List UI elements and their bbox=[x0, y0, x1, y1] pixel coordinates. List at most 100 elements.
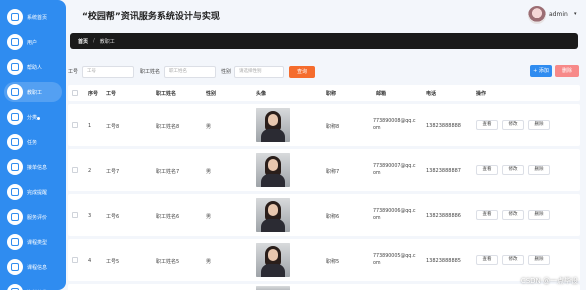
sidebar-item-label: 用户 bbox=[27, 39, 38, 46]
category-icon bbox=[7, 109, 23, 125]
col-phone: 电话 bbox=[426, 91, 437, 97]
staff-photo bbox=[256, 286, 290, 290]
sidebar-item-label: 教职工 bbox=[27, 89, 43, 96]
view-button[interactable]: 查看 bbox=[476, 210, 498, 220]
sidebar-item-label: 课程类型 bbox=[27, 239, 48, 246]
view-button[interactable]: 查看 bbox=[476, 120, 498, 130]
sidebar-item[interactable]: 任务 bbox=[4, 132, 62, 152]
edit-button[interactable]: 修改 bbox=[502, 255, 524, 265]
user-name[interactable]: admin bbox=[549, 11, 568, 18]
sidebar-item-label: 系统首页 bbox=[27, 14, 48, 21]
add-button[interactable]: + 添加 bbox=[530, 65, 552, 77]
view-button[interactable]: 查看 bbox=[476, 165, 498, 175]
search-bar: 工号 工号 职工姓名 职工姓名 性别 请选择性别 查询 + 添加 删除 bbox=[68, 65, 580, 78]
sidebar-item[interactable]: 系统首页 bbox=[4, 7, 62, 27]
cell-title: 职称8 bbox=[326, 124, 340, 130]
sidebar-item[interactable]: 分类 bbox=[4, 107, 62, 127]
watermark: CSDN @一点毕设 bbox=[520, 277, 578, 285]
edit-button[interactable]: 修改 bbox=[502, 165, 524, 175]
sidebar-item[interactable]: 接单信息 bbox=[4, 157, 62, 177]
sidebar-item-label: 分类 bbox=[27, 114, 38, 121]
user-icon bbox=[7, 34, 23, 50]
cell-gender: 男 bbox=[206, 124, 212, 130]
cell-email: 773890006@qq.com bbox=[373, 209, 416, 221]
sidebar-item[interactable]: 资料分类 bbox=[4, 282, 62, 290]
sidebar: 系统首页用户帮助人教职工分类任务接单信息完成提醒服务评价课程类型课程信息资料分类 bbox=[0, 0, 66, 290]
cell-email: 773890007@qq.com bbox=[373, 164, 416, 176]
header: “校园帮”资讯服务系统设计与实现 admin ▾ bbox=[66, 0, 586, 30]
delete-row-button[interactable]: 删除 bbox=[528, 210, 550, 220]
material-icon bbox=[7, 284, 23, 290]
home-icon bbox=[7, 9, 23, 25]
staff-photo bbox=[256, 108, 290, 142]
cell-gender: 男 bbox=[206, 214, 212, 220]
delete-button[interactable]: 删除 bbox=[555, 65, 579, 77]
row-checkbox[interactable] bbox=[72, 122, 78, 128]
query-button[interactable]: 查询 bbox=[289, 66, 315, 78]
cell-index: 2 bbox=[88, 168, 92, 174]
sidebar-item-label: 服务评价 bbox=[27, 214, 48, 221]
course-icon bbox=[7, 259, 23, 275]
sidebar-item[interactable]: 完成提醒 bbox=[4, 182, 62, 202]
sidebar-item[interactable]: 教职工 bbox=[4, 82, 62, 102]
col-gender: 性别 bbox=[206, 91, 217, 97]
sidebar-item[interactable]: 用户 bbox=[4, 32, 62, 52]
cell-index: 4 bbox=[88, 258, 92, 264]
cell-title: 职称6 bbox=[326, 214, 340, 220]
cell-job-no: 工号6 bbox=[106, 214, 120, 220]
breadcrumb-home[interactable]: 首页 bbox=[78, 38, 88, 45]
name-input[interactable]: 职工姓名 bbox=[164, 66, 216, 78]
cell-email: 773890008@qq.com bbox=[373, 119, 416, 131]
edit-button[interactable]: 修改 bbox=[502, 120, 524, 130]
avatar[interactable] bbox=[528, 6, 546, 24]
table-row: 3 工号6 职工姓名6 男 职称6 773890006@qq.com 13823… bbox=[68, 194, 580, 236]
gender-label: 性别 bbox=[221, 69, 232, 75]
cell-name: 职工姓名6 bbox=[156, 214, 180, 220]
table-header: 序号 工号 职工姓名 性别 头像 职称 邮箱 电话 操作 bbox=[68, 85, 580, 101]
table-row: 2 工号7 职工姓名7 男 职称7 773890007@qq.com 13823… bbox=[68, 149, 580, 191]
chevron-down-icon[interactable]: ▾ bbox=[574, 11, 577, 17]
name-label: 职工姓名 bbox=[140, 69, 161, 75]
row-checkbox[interactable] bbox=[72, 257, 78, 263]
breadcrumb-separator: / bbox=[93, 38, 95, 44]
delete-row-button[interactable]: 删除 bbox=[528, 165, 550, 175]
staff-icon bbox=[7, 84, 23, 100]
sidebar-item-label: 课程信息 bbox=[27, 264, 48, 271]
cell-job-no: 工号8 bbox=[106, 124, 120, 130]
course-type-icon bbox=[7, 234, 23, 250]
sidebar-item[interactable]: 课程信息 bbox=[4, 257, 62, 277]
cell-job-no: 工号7 bbox=[106, 169, 120, 175]
sidebar-item[interactable]: 服务评价 bbox=[4, 207, 62, 227]
badge-dot bbox=[37, 117, 40, 120]
task-icon bbox=[7, 134, 23, 150]
col-job-no: 工号 bbox=[106, 91, 117, 97]
view-button[interactable]: 查看 bbox=[476, 255, 498, 265]
delete-row-button[interactable]: 删除 bbox=[528, 120, 550, 130]
delete-row-button[interactable]: 删除 bbox=[528, 255, 550, 265]
staff-photo bbox=[256, 243, 290, 277]
col-actions: 操作 bbox=[476, 91, 487, 97]
table-row bbox=[68, 284, 580, 290]
row-checkbox[interactable] bbox=[72, 212, 78, 218]
sidebar-item[interactable]: 课程类型 bbox=[4, 232, 62, 252]
row-checkbox[interactable] bbox=[72, 167, 78, 173]
job-no-input[interactable]: 工号 bbox=[82, 66, 134, 78]
cell-phone: 13823888888 bbox=[426, 123, 461, 129]
cell-email: 773890005@qq.com bbox=[373, 254, 416, 266]
cell-job-no: 工号5 bbox=[106, 259, 120, 265]
cell-phone: 13823888887 bbox=[426, 168, 461, 174]
sidebar-item[interactable]: 帮助人 bbox=[4, 57, 62, 77]
cell-title: 职称5 bbox=[326, 259, 340, 265]
edit-button[interactable]: 修改 bbox=[502, 210, 524, 220]
select-all-checkbox[interactable] bbox=[72, 90, 78, 96]
table-row: 4 工号5 职工姓名5 男 职称5 773890005@qq.com 13823… bbox=[68, 239, 580, 281]
cell-phone: 13823888886 bbox=[426, 213, 461, 219]
cell-gender: 男 bbox=[206, 259, 212, 265]
review-icon bbox=[7, 209, 23, 225]
cell-gender: 男 bbox=[206, 169, 212, 175]
gender-select[interactable]: 请选择性别 bbox=[234, 66, 284, 78]
cell-index: 3 bbox=[88, 213, 92, 219]
sidebar-item-label: 任务 bbox=[27, 139, 38, 146]
staff-photo bbox=[256, 153, 290, 187]
col-title: 职称 bbox=[326, 91, 337, 97]
